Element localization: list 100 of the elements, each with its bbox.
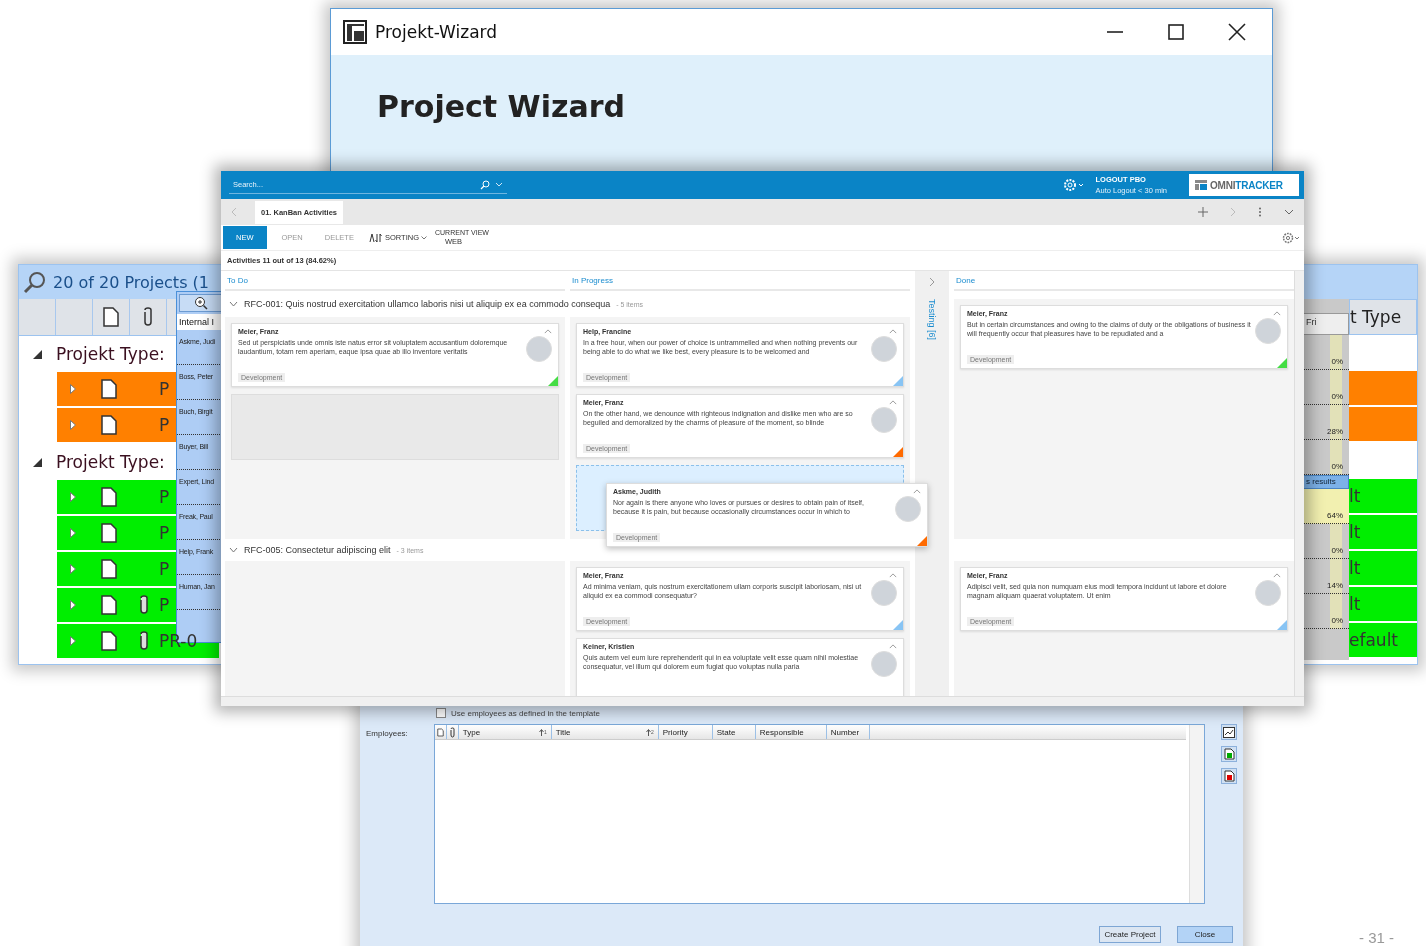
avatar [871,407,897,433]
maximize-icon[interactable] [1168,24,1184,40]
percent-cell: 0% [1302,524,1349,559]
expand-arrow-icon[interactable] [70,636,76,646]
percent-cell: 0% [1302,370,1349,405]
column-title: Done [956,275,976,285]
project-code: P [159,415,170,435]
column-header[interactable]: Number [826,725,870,739]
add-icon[interactable] [1198,207,1208,217]
add-document-icon [1223,748,1235,760]
swimlane-title: RFC-005: Consectetur adipiscing elit [244,545,391,555]
percent-cell: 28% [1302,405,1349,440]
collapse-icon[interactable] [229,301,238,307]
dialog-button[interactable]: Close [1177,926,1233,943]
type-cell: lt [1349,587,1417,621]
expand-arrow-icon[interactable] [70,384,76,394]
more-icon[interactable] [1258,207,1262,217]
type-cell: efault [1349,623,1417,657]
app-icon [343,20,367,44]
remove-button[interactable] [1221,768,1237,784]
avatar [871,651,897,677]
collapse-triangle-icon[interactable] [33,349,42,359]
project-code: P [159,523,170,543]
document-icon [101,415,117,435]
zoom-in-icon [193,296,208,310]
avatar [871,580,897,606]
expand-arrow-icon[interactable] [70,492,76,502]
settings-icon[interactable] [1282,231,1300,244]
checkbox[interactable] [436,708,446,718]
scrollbar[interactable] [221,696,1304,706]
document-icon [101,559,117,579]
close-icon[interactable] [1228,23,1246,41]
type-cell [1349,371,1417,405]
zoom-button[interactable] [179,294,222,312]
collapse-icon[interactable] [913,489,921,494]
chart-button[interactable] [1221,724,1237,740]
expand-arrow-icon[interactable] [70,600,76,610]
sort-icon [368,232,383,243]
add-button[interactable] [1221,746,1237,762]
project-code: P [159,595,170,615]
dialog-button[interactable]: Create Project [1099,926,1161,943]
column-title: In Progress [572,275,613,285]
collapse-triangle-icon[interactable] [33,457,42,467]
collapse-icon[interactable] [544,329,552,334]
project-code: P [159,487,170,507]
column-header[interactable]: Fri [1302,313,1349,335]
document-icon [101,631,117,651]
results-title: 20 of 20 Projects (1 [53,272,209,292]
paperclip-icon [138,595,150,615]
project-code: P [159,559,170,579]
document-icon [101,595,117,615]
project-code: PR-0 [159,631,198,651]
scrollbar[interactable] [1189,725,1204,903]
project-code: P [159,379,170,399]
expand-icon[interactable] [929,277,935,287]
avatar [1255,580,1281,606]
collapse-icon[interactable] [229,547,238,553]
avatar [871,336,897,362]
field-label: Employees: [366,728,409,740]
column-header[interactable]: Priority [658,725,713,739]
logo-icon [1195,180,1207,190]
collapse-icon[interactable] [889,573,897,578]
chart-icon [1223,726,1235,738]
paperclip-icon [142,307,154,327]
chevron-down-icon [421,235,427,240]
page-number: - 31 - [1359,929,1394,946]
search-icon [23,270,47,294]
collapse-icon[interactable] [889,400,897,405]
collapse-icon[interactable] [1273,573,1281,578]
expand-arrow-icon[interactable] [70,528,76,538]
avatar [895,496,921,522]
collapse-icon[interactable] [889,329,897,334]
swimlane-title: RFC-001: Quis nostrud exercitation ullamco laboris nisi ut aliquip ex ea commodo consequa [244,299,611,309]
filter-field[interactable]: Internal I [177,314,224,330]
expand-arrow-icon[interactable] [70,420,76,430]
remove-document-icon [1223,770,1235,782]
collapse-icon[interactable] [1273,311,1281,316]
logo: OMNITRACKER [1189,174,1299,196]
checkbox-label: Use employees as defined in the template [451,708,600,718]
type-cell: lt [1349,479,1417,513]
paperclip-icon [448,726,456,738]
chevron-down-icon [495,182,503,187]
results-bar: s results [1302,475,1349,489]
collapse-icon[interactable] [889,644,897,649]
percent-cell: 0% [1302,594,1349,629]
percent-cell: 64% [1302,489,1349,524]
column-header[interactable]: t Type [1349,299,1417,335]
document-icon [101,523,117,543]
paperclip-icon [138,631,150,651]
chevron-down-icon[interactable] [1284,209,1294,215]
group-label: Projekt Type: [56,344,165,364]
column-header[interactable]: Responsible [755,725,827,739]
expand-arrow-icon[interactable] [70,564,76,574]
column-header[interactable]: State [712,725,756,739]
wizard-heading: Project Wizard [377,89,626,124]
settings-icon[interactable] [1063,178,1086,192]
scrollbar[interactable] [1294,271,1304,696]
document-icon [103,307,119,327]
type-cell: lt [1349,515,1417,549]
percent-cell: 0% [1302,440,1349,475]
